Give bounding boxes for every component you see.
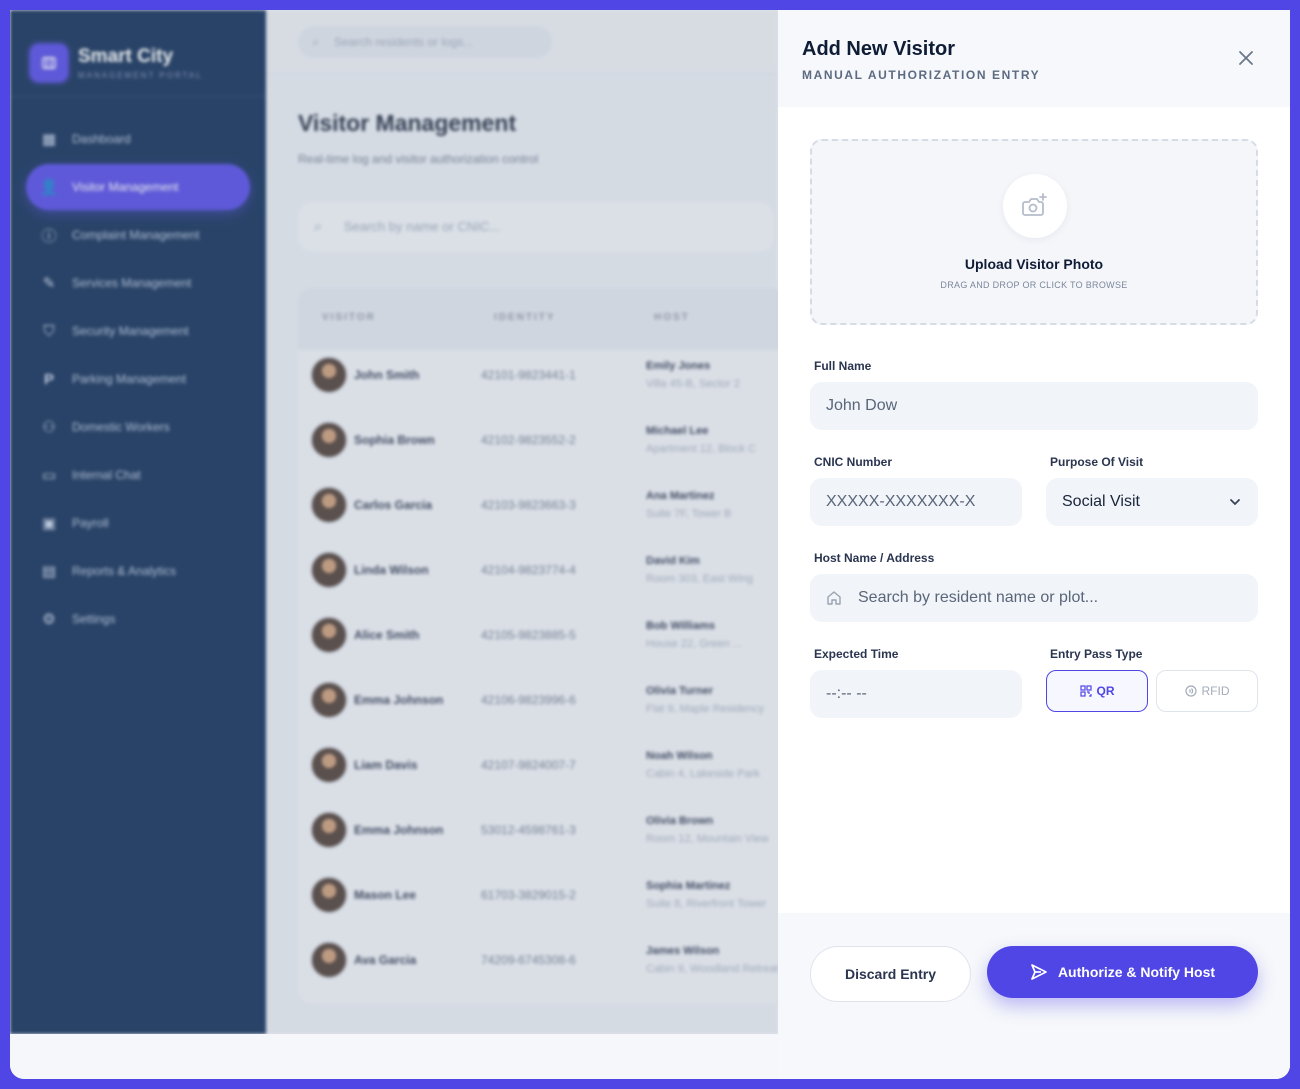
cnic-field[interactable]: XXXXX-XXXXXXX-X bbox=[810, 478, 1022, 526]
full-name-field[interactable]: John Dow bbox=[810, 382, 1258, 430]
pass-type-qr-button[interactable]: QR bbox=[1046, 670, 1148, 712]
pass-type-qr-label: QR bbox=[1096, 684, 1115, 698]
app-frame: Smart City MANAGEMENT PORTAL ▦ Dashboard … bbox=[10, 10, 1290, 1079]
photo-upload-dropzone[interactable]: Upload Visitor Photo DRAG AND DROP OR CL… bbox=[810, 139, 1258, 325]
discard-entry-button[interactable]: Discard Entry bbox=[810, 946, 971, 1002]
camera-add-icon bbox=[1003, 174, 1067, 238]
modal-scrim[interactable] bbox=[10, 10, 778, 1034]
chevron-down-icon bbox=[1230, 499, 1240, 505]
expected-time-field[interactable]: --:-- -- bbox=[810, 670, 1022, 718]
home-icon bbox=[827, 591, 841, 605]
upload-hint: DRAG AND DROP OR CLICK TO BROWSE bbox=[940, 280, 1128, 290]
panel-footer: Discard Entry Authorize & Notify Host bbox=[778, 913, 1290, 1079]
purpose-label: Purpose Of Visit bbox=[1050, 455, 1144, 469]
host-search-field[interactable]: Search by resident name or plot... bbox=[810, 574, 1258, 622]
add-visitor-panel: Add New Visitor MANUAL AUTHORIZATION ENT… bbox=[778, 10, 1290, 1079]
host-label: Host Name / Address bbox=[814, 551, 935, 565]
rfid-icon bbox=[1184, 685, 1197, 697]
pass-type-rfid-button[interactable]: RFID bbox=[1156, 670, 1258, 712]
entry-pass-label: Entry Pass Type bbox=[1050, 647, 1143, 661]
panel-header: Add New Visitor MANUAL AUTHORIZATION ENT… bbox=[778, 10, 1290, 107]
panel-subtitle: MANUAL AUTHORIZATION ENTRY bbox=[802, 68, 1041, 82]
bottom-strip bbox=[10, 1034, 778, 1079]
purpose-select[interactable]: Social Visit bbox=[1046, 478, 1258, 526]
full-name-label: Full Name bbox=[814, 359, 872, 373]
panel-title: Add New Visitor bbox=[802, 38, 955, 60]
pass-type-rfid-label: RFID bbox=[1201, 684, 1230, 698]
close-button[interactable] bbox=[1232, 44, 1260, 72]
expected-time-label: Expected Time bbox=[814, 647, 899, 661]
background-app: Smart City MANAGEMENT PORTAL ▦ Dashboard … bbox=[10, 10, 778, 1034]
send-icon bbox=[1031, 964, 1047, 980]
host-search-placeholder: Search by resident name or plot... bbox=[858, 589, 1099, 606]
authorize-notify-button[interactable]: Authorize & Notify Host bbox=[987, 946, 1258, 998]
qr-code-icon bbox=[1079, 685, 1092, 697]
close-icon bbox=[1239, 51, 1253, 65]
cnic-label: CNIC Number bbox=[814, 455, 893, 469]
purpose-value: Social Visit bbox=[1062, 493, 1140, 510]
authorize-label: Authorize & Notify Host bbox=[1057, 964, 1216, 980]
upload-title: Upload Visitor Photo bbox=[964, 256, 1104, 272]
